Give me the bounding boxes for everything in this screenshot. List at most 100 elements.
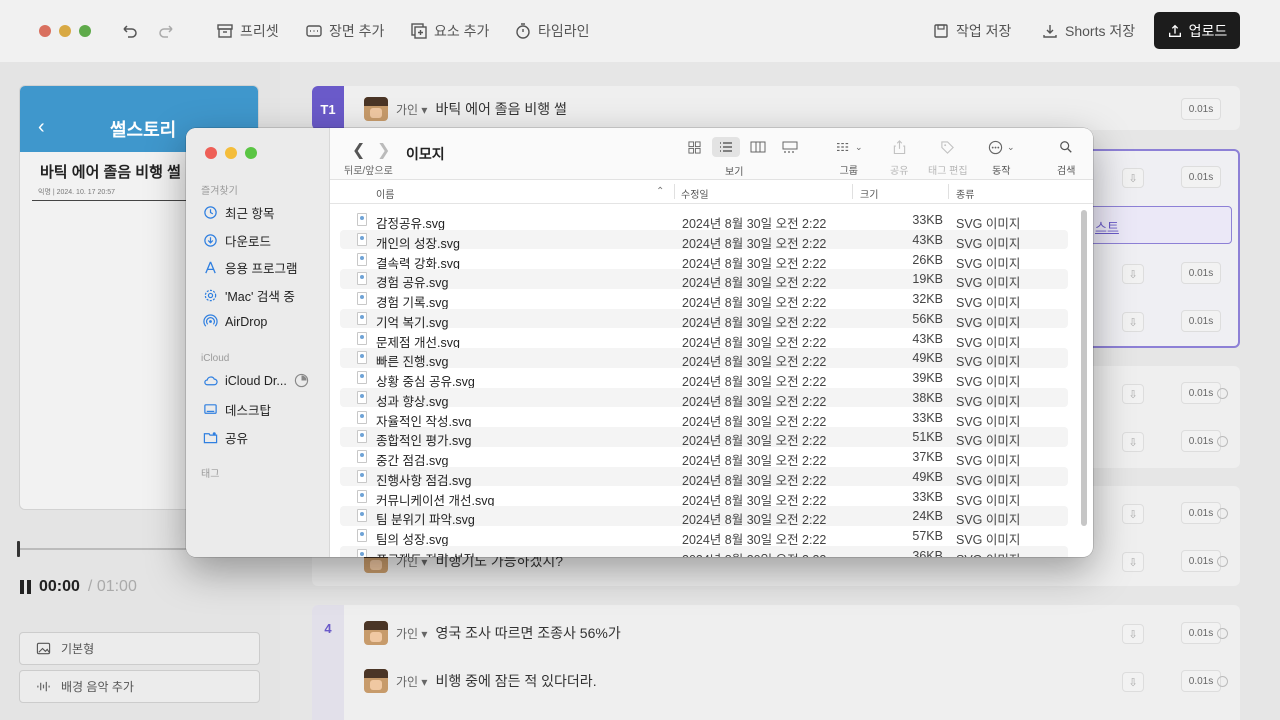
playback-progress-track[interactable] bbox=[18, 548, 188, 550]
column-size-header[interactable]: 크기 bbox=[860, 186, 878, 201]
file-row[interactable]: 상황 중심 공유.svg 2024년 8월 30일 오전 2:22 39KB SVG … bbox=[340, 368, 1068, 389]
file-row[interactable]: 문제점 개선.svg 2024년 8월 30일 오전 2:22 43KB SVG 이미… bbox=[340, 329, 1068, 350]
current-time: 00:00 bbox=[39, 578, 80, 595]
playback-progress-handle[interactable] bbox=[17, 541, 20, 557]
file-row[interactable]: 팀 분위기 파악.svg 2024년 8월 30일 오전 2:22 24KB SVG … bbox=[340, 506, 1068, 527]
redo-button[interactable] bbox=[158, 20, 176, 42]
tag-edit-button[interactable]: 태그 편집 bbox=[928, 138, 968, 177]
upload-button[interactable]: 업로드 bbox=[1154, 12, 1240, 49]
search-button[interactable]: 검색 bbox=[1057, 138, 1075, 177]
file-row[interactable]: 개인의 성장.svg 2024년 8월 30일 오전 2:22 43KB SVG 이미… bbox=[340, 229, 1068, 251]
speaker-select[interactable]: 가인 ▾ bbox=[396, 101, 427, 118]
column-kind-header[interactable]: 종류 bbox=[956, 186, 974, 201]
sidebar-item-search-mac[interactable]: 'Mac' 검색 중 bbox=[203, 286, 295, 305]
download-icon[interactable]: ⇩ bbox=[1122, 264, 1144, 284]
duration-badge[interactable]: 0.01s bbox=[1181, 430, 1221, 452]
file-row[interactable]: 커뮤니케이션 개선.svg 2024년 8월 30일 오전 2:22 33KB SVG… bbox=[340, 487, 1068, 508]
sidebar-item-applications[interactable]: 응용 프로그램 bbox=[203, 258, 297, 277]
file-row[interactable]: 자율적인 작성.svg 2024년 8월 30일 오전 2:22 33KB SVG 이… bbox=[340, 408, 1068, 429]
column-view-icon[interactable] bbox=[744, 137, 772, 157]
window-close-button[interactable] bbox=[39, 25, 51, 37]
sidebar-item-label: 공유 bbox=[225, 432, 249, 446]
duration-badge[interactable]: 0.01s bbox=[1181, 550, 1221, 572]
duration-badge[interactable]: 0.01s bbox=[1181, 622, 1221, 644]
finder-minimize-button[interactable] bbox=[225, 147, 237, 159]
file-list-scrollbar[interactable] bbox=[1081, 210, 1087, 526]
download-icon[interactable]: ⇩ bbox=[1122, 384, 1144, 404]
scene-row[interactable]: 가인 ▾ 영국 조사 따르면 조종사 56%가 bbox=[364, 621, 621, 645]
action-button[interactable]: ⌄ 동작 bbox=[988, 138, 1015, 177]
file-modified: 2024년 8월 30일 오전 2:22 bbox=[682, 549, 826, 557]
sidebar-item-downloads[interactable]: 다운로드 bbox=[203, 231, 271, 250]
file-size: 39KB bbox=[912, 371, 943, 385]
file-row[interactable]: 프로젝트 전략 설정.svg 2024년 8월 30일 오전 2:22 36KB SV… bbox=[340, 545, 1068, 557]
download-icon[interactable]: ⇩ bbox=[1122, 432, 1144, 452]
window-minimize-button[interactable] bbox=[59, 25, 71, 37]
select-radio[interactable] bbox=[1217, 388, 1228, 399]
timeline-button[interactable]: 타임라인 bbox=[514, 20, 590, 42]
select-radio[interactable] bbox=[1217, 508, 1228, 519]
duration-badge[interactable]: 0.01s bbox=[1181, 502, 1221, 524]
sidebar-item-shared[interactable]: 공유 bbox=[203, 428, 248, 447]
select-radio[interactable] bbox=[1217, 628, 1228, 639]
list-view-icon[interactable] bbox=[712, 137, 740, 157]
pause-icon[interactable] bbox=[20, 580, 31, 594]
template-button[interactable]: 기본형 bbox=[19, 632, 260, 665]
add-scene-button[interactable]: 장면 추가 bbox=[305, 20, 384, 42]
file-row[interactable]: 성과 향상.svg 2024년 8월 30일 오전 2:22 38KB SVG 이미지 bbox=[340, 387, 1068, 409]
share-button[interactable]: 공유 bbox=[890, 138, 908, 177]
gallery-view-icon[interactable] bbox=[776, 137, 804, 157]
icon-view-icon[interactable] bbox=[680, 137, 708, 157]
bgm-button[interactable]: 배경 음악 추가 bbox=[19, 670, 260, 703]
download-icon[interactable]: ⇩ bbox=[1122, 312, 1144, 332]
forward-arrow-icon[interactable]: ❯ bbox=[377, 140, 390, 160]
file-row[interactable]: 경험 공유.svg 2024년 8월 30일 오전 2:22 19KB SVG 이미지 bbox=[340, 269, 1068, 290]
duration-badge[interactable]: 0.01s bbox=[1181, 98, 1221, 120]
download-icon[interactable]: ⇩ bbox=[1122, 552, 1144, 572]
duration-badge[interactable]: 0.01s bbox=[1181, 670, 1221, 692]
window-zoom-button[interactable] bbox=[79, 25, 91, 37]
finder-zoom-button[interactable] bbox=[245, 147, 257, 159]
file-row[interactable]: 진행사항 점검.svg 2024년 8월 30일 오전 2:22 49KB SVG 이… bbox=[340, 466, 1068, 488]
finder-close-button[interactable] bbox=[205, 147, 217, 159]
group-button[interactable]: ⌄ 그룹 bbox=[835, 138, 863, 177]
duration-badge[interactable]: 0.01s bbox=[1181, 262, 1221, 284]
select-radio[interactable] bbox=[1217, 556, 1228, 567]
speaker-select[interactable]: 가인 ▾ bbox=[396, 673, 427, 690]
save-work-button[interactable]: 작업 저장 bbox=[932, 20, 1011, 42]
column-modified-header[interactable]: 수정일 bbox=[681, 186, 709, 201]
column-name-header[interactable]: 이름 bbox=[376, 186, 394, 201]
file-row[interactable]: 중간 점검.svg 2024년 8월 30일 오전 2:22 37KB SVG 이미지 bbox=[340, 447, 1068, 468]
duration-badge[interactable]: 0.01s bbox=[1181, 310, 1221, 332]
duration-badge[interactable]: 0.01s bbox=[1181, 382, 1221, 404]
cloud-icon bbox=[204, 376, 218, 386]
duration-badge[interactable]: 0.01s bbox=[1181, 166, 1221, 188]
file-row[interactable]: 종합적인 평가.svg 2024년 8월 30일 오전 2:22 51KB SVG 이… bbox=[340, 427, 1068, 448]
undo-button[interactable] bbox=[120, 20, 138, 42]
download-icon[interactable]: ⇩ bbox=[1122, 672, 1144, 692]
preset-button[interactable]: 프리셋 bbox=[216, 20, 279, 42]
download-icon[interactable]: ⇩ bbox=[1122, 168, 1144, 188]
file-row[interactable]: 결속력 강화.svg 2024년 8월 30일 오전 2:22 26KB SVG 이미… bbox=[340, 250, 1068, 271]
text-element-chip[interactable]: 스트 bbox=[1080, 206, 1232, 244]
file-row[interactable]: 경험 기록.svg 2024년 8월 30일 오전 2:22 32KB SVG 이미지 bbox=[340, 289, 1068, 310]
file-row[interactable]: 감정공유.svg 2024년 8월 30일 오전 2:22 33KB SVG 이미지 bbox=[340, 210, 1068, 231]
save-shorts-button[interactable]: Shorts 저장 bbox=[1041, 20, 1135, 42]
speaker-select[interactable]: 가인 ▾ bbox=[396, 625, 427, 642]
back-arrow-icon[interactable]: ❮ bbox=[352, 140, 365, 160]
download-icon[interactable]: ⇩ bbox=[1122, 504, 1144, 524]
sidebar-item-icloud-drive[interactable]: iCloud Dr... bbox=[203, 373, 309, 388]
select-radio[interactable] bbox=[1217, 436, 1228, 447]
sidebar-item-recent[interactable]: 최근 항목 bbox=[203, 203, 274, 222]
select-radio[interactable] bbox=[1217, 676, 1228, 687]
scene-row[interactable]: 가인 ▾ 비행 중에 잠든 적 있다더라. bbox=[364, 669, 597, 693]
file-row[interactable]: 팀의 성장.svg 2024년 8월 30일 오전 2:22 57KB SVG 이미지 bbox=[340, 526, 1068, 547]
file-row[interactable]: 기억 복기.svg 2024년 8월 30일 오전 2:22 56KB SVG 이미지 bbox=[340, 308, 1068, 330]
svg-file-icon bbox=[357, 390, 367, 404]
sidebar-item-airdrop[interactable]: AirDrop bbox=[203, 314, 267, 329]
add-element-button[interactable]: 요소 추가 bbox=[410, 20, 489, 42]
scene-row[interactable]: 가인 ▾ 바틱 에어 졸음 비행 썰 bbox=[364, 97, 567, 121]
sidebar-item-desktop[interactable]: 데스크탑 bbox=[203, 400, 271, 419]
file-row[interactable]: 빠른 진행.svg 2024년 8월 30일 오전 2:22 49KB SVG 이미지 bbox=[340, 348, 1068, 369]
download-icon[interactable]: ⇩ bbox=[1122, 624, 1144, 644]
